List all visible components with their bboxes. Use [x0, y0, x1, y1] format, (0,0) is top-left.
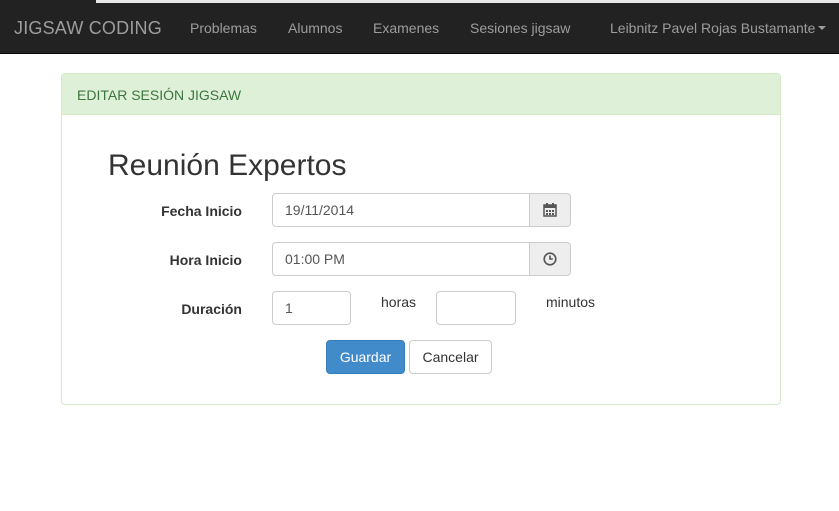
fecha-inicio-value: 19/11/2014 — [285, 202, 355, 218]
panel-heading: EDITAR SESIÓN JIGSAW — [62, 74, 780, 115]
session-title: Reunión Expertos — [108, 149, 347, 182]
clock-icon — [543, 252, 557, 266]
nav-link-alumnos[interactable]: Alumnos — [288, 20, 342, 36]
horas-unit-label: horas — [381, 294, 417, 310]
minutos-input[interactable] — [436, 291, 516, 325]
user-menu[interactable]: Leibnitz Pavel Rojas Bustamante — [610, 20, 827, 36]
cancelar-button[interactable]: Cancelar — [409, 340, 492, 374]
caret-down-icon — [818, 26, 827, 30]
edit-session-panel: EDITAR SESIÓN JIGSAW Reunión Expertos Fe… — [61, 73, 781, 405]
nav-link-examenes[interactable]: Examenes — [373, 20, 439, 36]
hora-inicio-input[interactable]: 01:00 PM — [272, 242, 531, 276]
navbar-tab-notch — [0, 0, 96, 3]
guardar-button[interactable]: Guardar — [326, 340, 405, 374]
horas-input[interactable]: 1 — [272, 291, 351, 325]
nav-link-problemas[interactable]: Problemas — [190, 20, 257, 36]
calendar-icon — [543, 203, 557, 217]
date-picker-button[interactable] — [529, 193, 571, 227]
nav-link-sesiones-jigsaw[interactable]: Sesiones jigsaw — [470, 20, 570, 36]
time-picker-button[interactable] — [529, 242, 571, 276]
brand-logo[interactable]: JIGSAW CODING — [14, 18, 162, 39]
fecha-inicio-input[interactable]: 19/11/2014 — [272, 193, 531, 227]
duracion-label: Duración — [181, 301, 242, 317]
fecha-inicio-label: Fecha Inicio — [161, 203, 242, 219]
user-name: Leibnitz Pavel Rojas Bustamante — [610, 20, 816, 36]
navbar: JIGSAW CODING Problemas Alumnos Examenes… — [0, 0, 839, 54]
hora-inicio-label: Hora Inicio — [169, 252, 242, 268]
hora-inicio-value: 01:00 PM — [285, 251, 345, 267]
horas-value: 1 — [285, 300, 293, 316]
minutos-unit-label: minutos — [546, 294, 596, 310]
